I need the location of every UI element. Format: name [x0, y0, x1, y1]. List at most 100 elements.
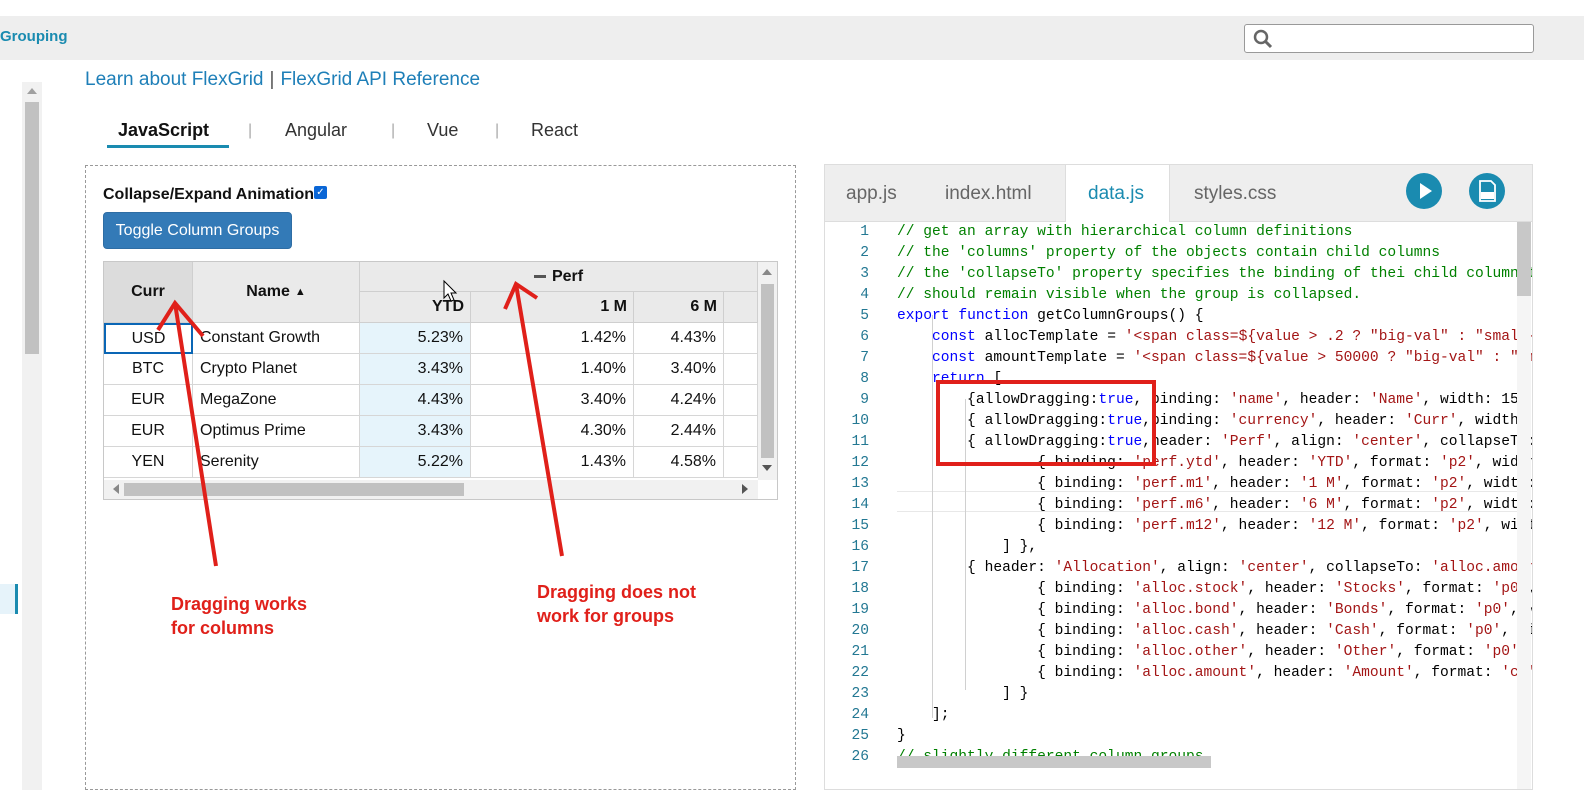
- toggle-column-groups-button[interactable]: Toggle Column Groups: [103, 212, 292, 249]
- table-cell[interactable]: 3.43%: [360, 416, 471, 447]
- code-line[interactable]: { binding: 'alloc.bond', header: 'Bonds'…: [897, 602, 1532, 618]
- table-cell[interactable]: [724, 354, 758, 385]
- code-line[interactable]: ] }: [897, 686, 1028, 702]
- code-line[interactable]: }: [897, 728, 906, 744]
- code-line[interactable]: { binding: 'perf.m12', header: '12 M', f…: [897, 518, 1532, 534]
- flexgrid-api-link[interactable]: FlexGrid API Reference: [280, 69, 480, 90]
- tab-javascript[interactable]: JavaScript: [118, 120, 209, 141]
- breadcrumb-grouping[interactable]: Grouping: [0, 28, 68, 45]
- grid-vscroll-thumb[interactable]: [761, 284, 774, 458]
- code-hscroll-thumb[interactable]: [897, 756, 1211, 768]
- table-cell[interactable]: 3.40%: [471, 385, 634, 416]
- table-cell[interactable]: BTC: [104, 354, 193, 385]
- table-cell[interactable]: MegaZone: [193, 385, 360, 416]
- annotation-text: for columns: [171, 618, 275, 638]
- tab-angular[interactable]: Angular: [285, 120, 347, 141]
- column-header-6m[interactable]: 6 M: [634, 292, 724, 323]
- line-number: 16: [851, 539, 869, 555]
- table-cell[interactable]: 1.40%: [471, 354, 634, 385]
- line-number: 8: [860, 371, 869, 387]
- scroll-up-arrow-icon[interactable]: [27, 88, 37, 94]
- scroll-up-arrow-icon[interactable]: [762, 264, 772, 275]
- table-cell[interactable]: 1.43%: [471, 447, 634, 478]
- scroll-right-arrow-icon[interactable]: [742, 484, 753, 494]
- table-cell[interactable]: USD: [104, 323, 193, 354]
- table-cell[interactable]: Constant Growth: [193, 323, 360, 354]
- table-cell[interactable]: [724, 323, 758, 354]
- code-line[interactable]: { binding: 'alloc.stock', header: 'Stock…: [897, 581, 1532, 597]
- download-zip-button[interactable]: [1469, 173, 1505, 209]
- column-group-header-perf[interactable]: Perf: [360, 262, 758, 292]
- table-cell[interactable]: Crypto Planet: [193, 354, 360, 385]
- header-label: Curr: [131, 283, 165, 300]
- table-cell[interactable]: 3.40%: [634, 354, 724, 385]
- table-cell[interactable]: 4.58%: [634, 447, 724, 478]
- code-scrollbar-thumb[interactable]: [1517, 222, 1531, 296]
- code-line[interactable]: ] },: [897, 539, 1037, 555]
- run-button[interactable]: [1406, 173, 1442, 209]
- code-line[interactable]: // should remain visible when the group …: [897, 287, 1361, 303]
- left-scrollbar-thumb[interactable]: [25, 102, 39, 354]
- code-line[interactable]: // the 'columns' property of the objects…: [897, 245, 1440, 261]
- table-cell[interactable]: 2.44%: [634, 416, 724, 447]
- table-cell[interactable]: [724, 416, 758, 447]
- top-bar: Grouping: [0, 16, 1584, 60]
- code-line[interactable]: { binding: 'alloc.cash', header: 'Cash',…: [897, 623, 1532, 639]
- annotation-text: work for groups: [537, 606, 675, 626]
- code-line[interactable]: { binding: 'perf.m1', header: '1 M', for…: [897, 476, 1532, 492]
- animation-checkbox[interactable]: ✓: [314, 186, 327, 199]
- code-editor[interactable]: 1 // get an array with hierarchical colum…: [825, 222, 1532, 789]
- table-cell[interactable]: [724, 385, 758, 416]
- code-line[interactable]: export function getColumnGroups() {: [897, 308, 1204, 324]
- table-cell[interactable]: 1.42%: [471, 323, 634, 354]
- table-cell[interactable]: 5.22%: [360, 447, 471, 478]
- flexgrid[interactable]: Curr Name ▲ Perf YTD 1 M 6 M USD Constant…: [103, 261, 778, 500]
- code-line[interactable]: { binding: 'perf.m6', header: '6 M', for…: [897, 497, 1532, 513]
- table-cell[interactable]: Optimus Prime: [193, 416, 360, 447]
- learn-flexgrid-link[interactable]: Learn about FlexGrid: [85, 69, 264, 90]
- table-cell[interactable]: [724, 447, 758, 478]
- code-line[interactable]: // the 'collapseTo' property specifies t…: [897, 266, 1532, 282]
- column-header-name[interactable]: Name ▲: [193, 262, 360, 323]
- code-tab-styles-css[interactable]: styles.css: [1194, 183, 1276, 205]
- grid-hscroll-thumb[interactable]: [124, 483, 464, 496]
- line-number: 4: [860, 287, 869, 303]
- table-cell[interactable]: 4.43%: [360, 385, 471, 416]
- table-cell[interactable]: 4.30%: [471, 416, 634, 447]
- table-cell[interactable]: EUR: [104, 385, 193, 416]
- collapse-group-icon[interactable]: [533, 275, 546, 278]
- scroll-down-arrow-icon[interactable]: [762, 465, 772, 476]
- search-input[interactable]: [1244, 24, 1534, 53]
- code-line[interactable]: // get an array with hierarchical column…: [897, 224, 1352, 240]
- table-cell[interactable]: EUR: [104, 416, 193, 447]
- line-number: 3: [860, 266, 869, 282]
- column-header-partial[interactable]: [724, 292, 758, 323]
- column-header-ytd[interactable]: YTD: [360, 292, 471, 323]
- table-cell[interactable]: 4.24%: [634, 385, 724, 416]
- column-header-curr[interactable]: Curr: [104, 262, 193, 323]
- table-cell[interactable]: 3.43%: [360, 354, 471, 385]
- code-line[interactable]: ];: [897, 707, 950, 723]
- tab-react[interactable]: React: [531, 120, 578, 141]
- table-cell[interactable]: YEN: [104, 447, 193, 478]
- code-line[interactable]: const allocTemplate = '<span class=${val…: [897, 329, 1532, 345]
- demo-panel: Collapse/Expand Animation ✓ Toggle Colum…: [85, 165, 796, 790]
- code-line[interactable]: { header: 'Allocation', align: 'center',…: [897, 560, 1532, 576]
- annotation-text: Dragging works: [171, 594, 308, 614]
- table-cell[interactable]: Serenity: [193, 447, 360, 478]
- tab-vue[interactable]: Vue: [427, 120, 458, 141]
- table-cell[interactable]: 5.23%: [360, 323, 471, 354]
- code-tab-app-js[interactable]: app.js: [846, 183, 897, 205]
- table-cell[interactable]: 4.43%: [634, 323, 724, 354]
- code-line[interactable]: { binding: 'alloc.other', header: 'Other…: [897, 644, 1532, 660]
- grid-vertical-scrollbar[interactable]: [758, 262, 777, 480]
- scroll-left-arrow-icon[interactable]: [108, 484, 119, 494]
- code-tab-data-js[interactable]: data.js: [1088, 183, 1144, 205]
- grid-horizontal-scrollbar[interactable]: [104, 480, 758, 499]
- column-header-1m[interactable]: 1 M: [471, 292, 634, 323]
- left-scrollbar[interactable]: [22, 82, 42, 790]
- code-scrollbar[interactable]: [1517, 222, 1531, 789]
- code-tab-index-html[interactable]: index.html: [945, 183, 1032, 205]
- code-line[interactable]: const amountTemplate = '<span class=${va…: [897, 350, 1532, 366]
- code-line[interactable]: { binding: 'alloc.amount', header: 'Amou…: [897, 665, 1532, 681]
